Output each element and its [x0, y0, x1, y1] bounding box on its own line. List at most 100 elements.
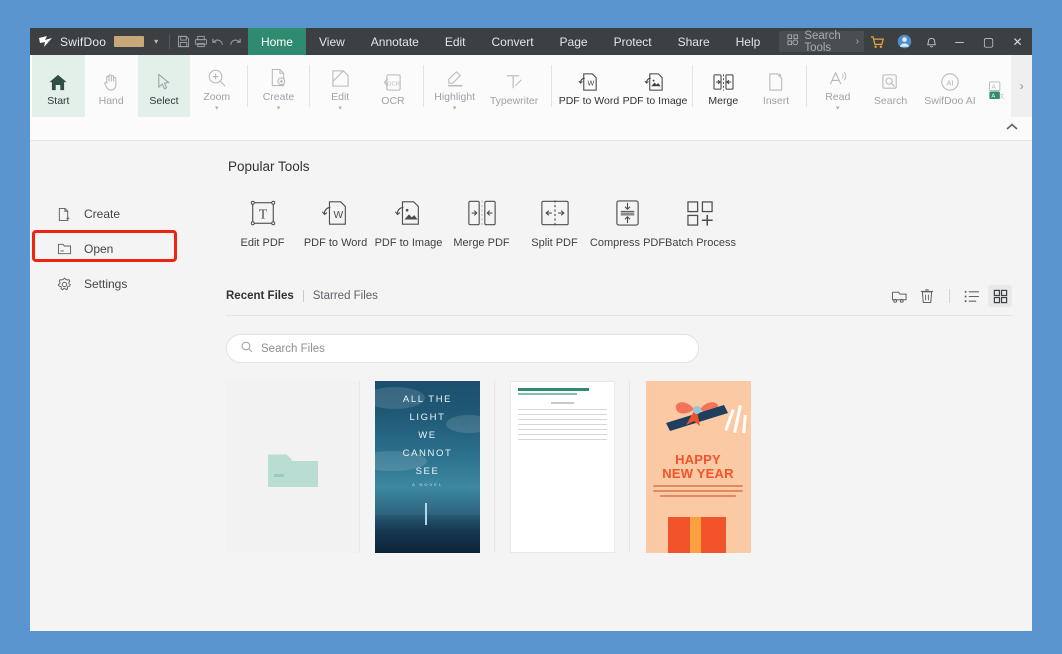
- svg-text:T: T: [258, 208, 267, 223]
- ribbon-more-button[interactable]: ›: [1011, 55, 1032, 117]
- redo-icon[interactable]: [227, 28, 244, 55]
- ribbon-swifdoo-ai-button[interactable]: AI SwifDoo AI: [917, 55, 983, 117]
- account-icon[interactable]: [891, 28, 918, 55]
- ribbon-read-button[interactable]: Read ▾: [811, 55, 864, 117]
- tab-share[interactable]: Share: [665, 28, 723, 55]
- file-plus-icon: [269, 64, 287, 88]
- chevron-down-icon[interactable]: ▾: [154, 37, 158, 46]
- ribbon-select-button[interactable]: Select: [137, 55, 191, 117]
- tab-recent-files[interactable]: Recent Files: [226, 290, 294, 302]
- cart-icon[interactable]: [864, 28, 891, 55]
- tab-help[interactable]: Help: [723, 28, 774, 55]
- files-action-group: [887, 285, 1032, 307]
- bell-icon[interactable]: [918, 28, 945, 55]
- document-preview: [510, 381, 615, 553]
- merge-pdf-icon: [467, 198, 497, 228]
- save-icon[interactable]: [175, 28, 192, 55]
- pdf-to-word-icon: W: [578, 68, 600, 92]
- ribbon-collapse-icon[interactable]: [1006, 123, 1018, 134]
- ribbon-create-label: Create: [262, 90, 295, 103]
- grid-view-icon[interactable]: [988, 285, 1012, 307]
- pdf-to-image-icon: [394, 198, 424, 228]
- content-scrollbar[interactable]: [1023, 141, 1028, 631]
- tool-batch-process[interactable]: Batch Process: [664, 198, 737, 249]
- ribbon-highlight-button[interactable]: Highlight ▾: [428, 55, 481, 117]
- ribbon-search-button[interactable]: Search: [864, 55, 917, 117]
- ribbon-pdf-to-word-button[interactable]: W PDF to Word: [556, 55, 622, 117]
- tool-pdf-to-word[interactable]: W PDF to Word: [299, 198, 372, 249]
- tool-split-pdf[interactable]: Split PDF: [518, 198, 591, 249]
- chevron-down-icon[interactable]: ▾: [277, 105, 281, 112]
- thumbnail-open-folder-placeholder[interactable]: [226, 381, 360, 553]
- file-plus-icon: [56, 207, 72, 222]
- tool-merge-pdf[interactable]: Merge PDF: [445, 198, 518, 249]
- svg-text:W: W: [333, 210, 343, 221]
- thumbnail-new-year-poster[interactable]: HAPPY NEW YEAR: [631, 381, 765, 553]
- search-tools-expand-icon[interactable]: ›: [850, 31, 865, 52]
- tab-view[interactable]: View: [306, 28, 358, 55]
- chevron-down-icon[interactable]: ▾: [453, 105, 457, 112]
- poster-body-text: [652, 485, 744, 500]
- maximize-button[interactable]: ▢: [974, 28, 1003, 55]
- ribbon-merge-button[interactable]: Merge: [697, 55, 750, 117]
- doc-subheading-bar: [518, 393, 577, 395]
- tab-annotate[interactable]: Annotate: [358, 28, 432, 55]
- divider: [308, 65, 310, 107]
- ribbon-pdf-to-image-button[interactable]: PDF to Image: [622, 55, 688, 117]
- ribbon-typewriter-button[interactable]: Typewriter: [481, 55, 547, 117]
- tab-protect[interactable]: Protect: [601, 28, 665, 55]
- tab-convert[interactable]: Convert: [479, 28, 547, 55]
- search-tools-box[interactable]: Search Tools: [779, 30, 851, 54]
- undo-icon[interactable]: [209, 28, 226, 55]
- doc-heading-bar: [518, 388, 590, 391]
- open-file-icon[interactable]: [887, 285, 911, 307]
- thumbnail-document[interactable]: [496, 381, 630, 553]
- zoom-in-icon: [207, 64, 227, 88]
- print-icon[interactable]: [192, 28, 209, 55]
- batch-process-icon: [686, 198, 715, 228]
- ribbon-hand-button[interactable]: Hand: [85, 55, 138, 117]
- chevron-down-icon[interactable]: ▾: [215, 105, 219, 112]
- tab-home[interactable]: Home: [247, 28, 306, 55]
- ribbon-create-button[interactable]: Create ▾: [252, 55, 305, 117]
- book-subtitle: A NOVEL: [411, 482, 444, 487]
- thumbnail-book-cover[interactable]: ALL THE LIGHT WE CANNOT SEE A NOVEL: [361, 381, 495, 553]
- sidebar-item-settings[interactable]: Settings: [30, 271, 226, 297]
- app-logo[interactable]: SwifDoo ▾: [30, 28, 164, 55]
- ribbon-ocr-button[interactable]: OCR OCR: [367, 55, 420, 117]
- ribbon-insert-button[interactable]: Insert: [750, 55, 803, 117]
- divider: [423, 65, 425, 107]
- doc-line: [518, 409, 607, 410]
- sidebar-item-settings-label: Settings: [84, 277, 128, 291]
- svg-text:OCR: OCR: [387, 81, 400, 87]
- search-icon: [241, 341, 253, 356]
- ribbon-tab-bar: Home View Annotate Edit Convert Page Pro…: [247, 28, 774, 55]
- ribbon-zoom-button[interactable]: Zoom ▾: [190, 55, 243, 117]
- book-line-3: WE: [418, 430, 437, 441]
- sidebar-item-create[interactable]: Create: [30, 201, 226, 227]
- ribbon-translate-button[interactable]: AA文: [983, 55, 1011, 117]
- left-sidebar: Create Open Settings: [30, 141, 226, 631]
- split-pdf-icon: [540, 198, 570, 228]
- minimize-button[interactable]: ─: [945, 28, 974, 55]
- tool-edit-pdf[interactable]: T Edit PDF: [226, 198, 299, 249]
- ribbon-edit-button[interactable]: Edit ▾: [314, 55, 367, 117]
- list-view-icon[interactable]: [960, 285, 984, 307]
- ribbon-read-label: Read: [825, 90, 851, 103]
- tool-compress-pdf[interactable]: Compress PDF: [590, 198, 665, 249]
- tool-pdf-to-image[interactable]: PDF to Image: [372, 198, 445, 249]
- chevron-down-icon[interactable]: ▾: [338, 105, 342, 112]
- search-files-box[interactable]: Search Files: [226, 334, 699, 363]
- ribbon-start-button[interactable]: Start: [32, 55, 85, 117]
- chevron-down-icon[interactable]: ▾: [836, 105, 840, 112]
- tab-starred-files[interactable]: Starred Files: [313, 290, 378, 302]
- poster-title: HAPPY NEW YEAR: [646, 453, 751, 481]
- sidebar-item-open[interactable]: Open: [30, 230, 226, 262]
- trash-icon[interactable]: [915, 285, 939, 307]
- tab-edit[interactable]: Edit: [432, 28, 479, 55]
- tab-page[interactable]: Page: [547, 28, 601, 55]
- doc-line: [518, 414, 607, 415]
- svg-text:文: 文: [999, 92, 1005, 99]
- close-button[interactable]: ✕: [1003, 28, 1032, 55]
- file-search-wrapper: Search Files: [226, 334, 1032, 363]
